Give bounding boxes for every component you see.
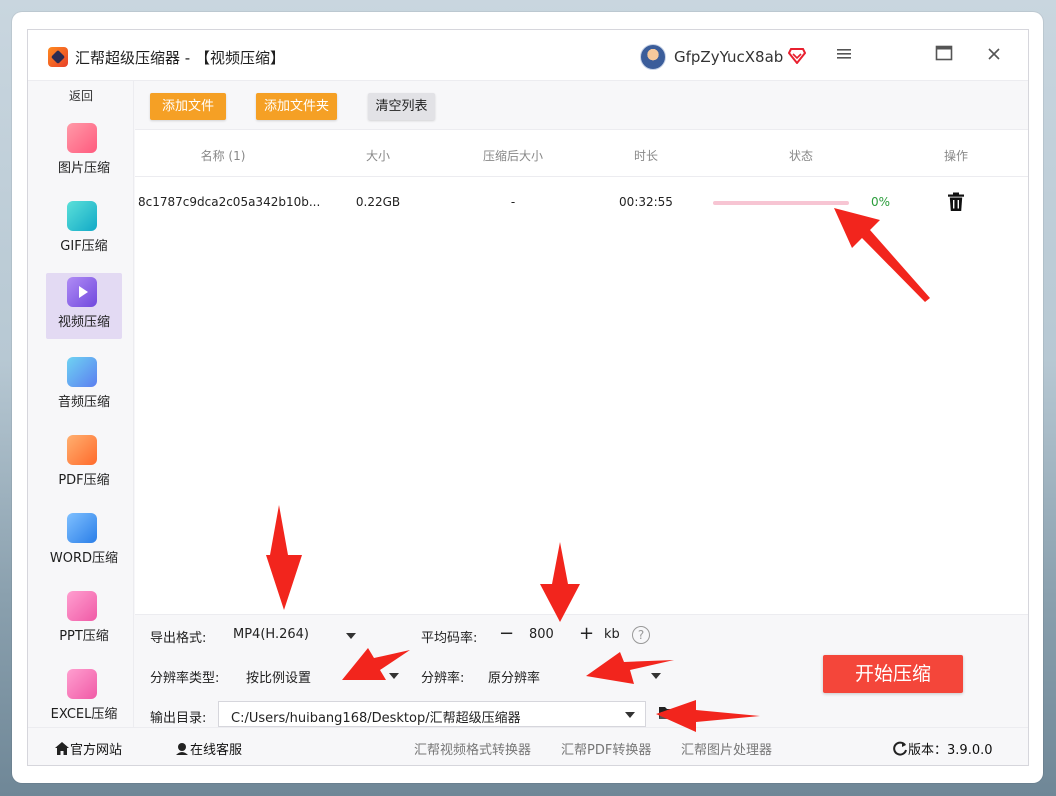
res-type-label: 分辨率类型:	[150, 671, 220, 686]
maximize-icon[interactable]	[932, 44, 956, 68]
col-action: 操作	[943, 149, 968, 163]
add-folder-button[interactable]: 添加文件夹	[256, 93, 337, 120]
refresh-icon	[893, 741, 907, 756]
menu-icon[interactable]	[832, 44, 856, 68]
file-size: 0.22GB	[355, 195, 401, 209]
video-play-icon	[67, 277, 97, 307]
format-select[interactable]: MP4(H.264)	[233, 627, 309, 642]
close-icon[interactable]	[982, 44, 1006, 68]
online-support-link[interactable]: 在线客服	[174, 739, 242, 758]
app-name: 汇帮超级压缩器	[75, 49, 181, 67]
add-file-button[interactable]: 添加文件	[150, 93, 226, 120]
sidebar-item-label: GIF压缩	[60, 239, 108, 254]
sidebar-item-label: PPT压缩	[59, 629, 109, 644]
version-info[interactable]: 版本：3.9.0.0	[892, 739, 993, 758]
app-logo-icon	[48, 47, 68, 67]
folder-open-icon[interactable]	[658, 705, 676, 719]
window-title: 汇帮超级压缩器 - 【视频压缩】	[75, 47, 285, 68]
image-icon	[67, 123, 97, 153]
res-type-select[interactable]: 按比例设置	[246, 667, 311, 686]
col-duration[interactable]: 时长	[621, 147, 671, 164]
username[interactable]: GfpZyYucX8ab	[674, 48, 783, 66]
resolution-chevron-down-icon[interactable]	[651, 673, 661, 679]
sidebar-item-label: PDF压缩	[58, 473, 110, 488]
sidebar: 返回 图片压缩 GIF压缩 视频压缩 音频压缩 PDF压缩 WORD压缩 PPT…	[28, 81, 134, 727]
sidebar-item-excel[interactable]: EXCEL压缩	[46, 665, 122, 731]
footer-link-image-tool[interactable]: 汇帮图片处理器	[681, 739, 772, 758]
settings-panel: 导出格式: MP4(H.264) 平均码率: − 800 + kb ? 分辨率类…	[135, 614, 1028, 727]
bitrate-plus-button[interactable]: +	[579, 625, 594, 643]
resolution-label: 分辨率:	[421, 671, 465, 686]
col-name[interactable]: 名称 (1)	[181, 147, 265, 164]
table-row[interactable]: 8c1787c9dca2c05a342b10b... 0.22GB - 00:3…	[135, 178, 1028, 228]
vip-diamond-icon[interactable]	[787, 48, 807, 65]
sidebar-item-audio[interactable]: 音频压缩	[46, 353, 122, 419]
sidebar-item-image[interactable]: 图片压缩	[46, 119, 122, 185]
sidebar-item-word[interactable]: WORD压缩	[46, 509, 122, 575]
col-status: 状态	[788, 149, 813, 163]
home-icon	[55, 742, 69, 755]
gif-icon	[67, 201, 97, 231]
main-panel: 添加文件 添加文件夹 清空列表 名称 (1) 大小 压缩后大小 时长 状态 操作…	[135, 81, 1028, 727]
word-folder-icon	[67, 513, 97, 543]
sidebar-item-gif[interactable]: GIF压缩	[46, 197, 122, 263]
help-icon[interactable]: ?	[632, 626, 650, 644]
section-title: - 【视频压缩】	[180, 49, 285, 67]
output-label: 输出目录:	[150, 711, 207, 726]
progress-text: 0%	[871, 195, 891, 209]
bitrate-input[interactable]: 800	[529, 627, 554, 642]
file-name: 8c1787c9dca2c05a342b10b...	[138, 195, 321, 209]
bitrate-unit: kb	[604, 627, 620, 642]
pdf-folder-icon	[67, 435, 97, 465]
version-value: 3.9.0.0	[947, 743, 993, 758]
sidebar-item-pdf[interactable]: PDF压缩	[46, 431, 122, 497]
bitrate-label: 平均码率:	[421, 631, 478, 646]
version-label: 版本：	[908, 743, 948, 758]
compressed-size: -	[510, 195, 516, 209]
sidebar-item-video[interactable]: 视频压缩	[46, 273, 122, 339]
duration: 00:32:55	[619, 195, 673, 209]
official-site-link[interactable]: 官方网站	[54, 739, 122, 758]
sidebar-item-ppt[interactable]: PPT压缩	[46, 587, 122, 653]
official-site-label: 官方网站	[70, 743, 123, 758]
footer-link-pdf-converter[interactable]: 汇帮PDF转换器	[561, 739, 651, 758]
sidebar-item-label: 视频压缩	[57, 315, 110, 330]
audio-icon	[67, 357, 97, 387]
ppt-folder-icon	[67, 591, 97, 621]
sidebar-item-label: 音频压缩	[57, 395, 110, 410]
sidebar-item-label: WORD压缩	[49, 551, 119, 566]
res-type-chevron-down-icon[interactable]	[389, 673, 399, 679]
col-size[interactable]: 大小	[351, 147, 405, 164]
sidebar-item-label: EXCEL压缩	[50, 707, 118, 722]
bitrate-minus-button[interactable]: −	[499, 625, 514, 643]
output-chevron-down-icon[interactable]	[625, 712, 635, 718]
format-label: 导出格式:	[150, 631, 207, 646]
online-support-label: 在线客服	[190, 743, 243, 758]
progress-bar	[713, 201, 849, 205]
app-window: 汇帮超级压缩器 - 【视频压缩】 GfpZyYucX8ab 返回 图片压缩 GI…	[27, 29, 1029, 766]
footer-link-video-converter[interactable]: 汇帮视频格式转换器	[414, 739, 531, 758]
format-chevron-down-icon[interactable]	[346, 633, 356, 639]
start-compress-button[interactable]: 开始压缩	[823, 655, 963, 693]
back-link[interactable]: 返回	[28, 87, 134, 104]
output-dir-select[interactable]: C:/Users/huibang168/Desktop/汇帮超级压缩器	[218, 701, 646, 727]
excel-folder-icon	[67, 669, 97, 699]
sidebar-item-label: 图片压缩	[57, 161, 110, 176]
support-icon	[176, 743, 188, 755]
title-bar: 汇帮超级压缩器 - 【视频压缩】 GfpZyYucX8ab	[28, 30, 1028, 81]
col-compressed-size[interactable]: 压缩后大小	[465, 147, 561, 164]
table-header: 名称 (1) 大小 压缩后大小 时长 状态 操作	[135, 131, 1028, 177]
output-dir-value: C:/Users/huibang168/Desktop/汇帮超级压缩器	[231, 711, 521, 726]
footer-bar: 官方网站 在线客服 汇帮视频格式转换器 汇帮PDF转换器 汇帮图片处理器 版本：…	[28, 727, 1028, 765]
clear-list-button[interactable]: 清空列表	[368, 93, 435, 120]
toolbar: 添加文件 添加文件夹 清空列表	[135, 81, 1028, 130]
delete-trash-icon[interactable]	[947, 192, 965, 212]
user-avatar[interactable]	[640, 44, 666, 70]
resolution-select[interactable]: 原分辨率	[488, 667, 540, 686]
